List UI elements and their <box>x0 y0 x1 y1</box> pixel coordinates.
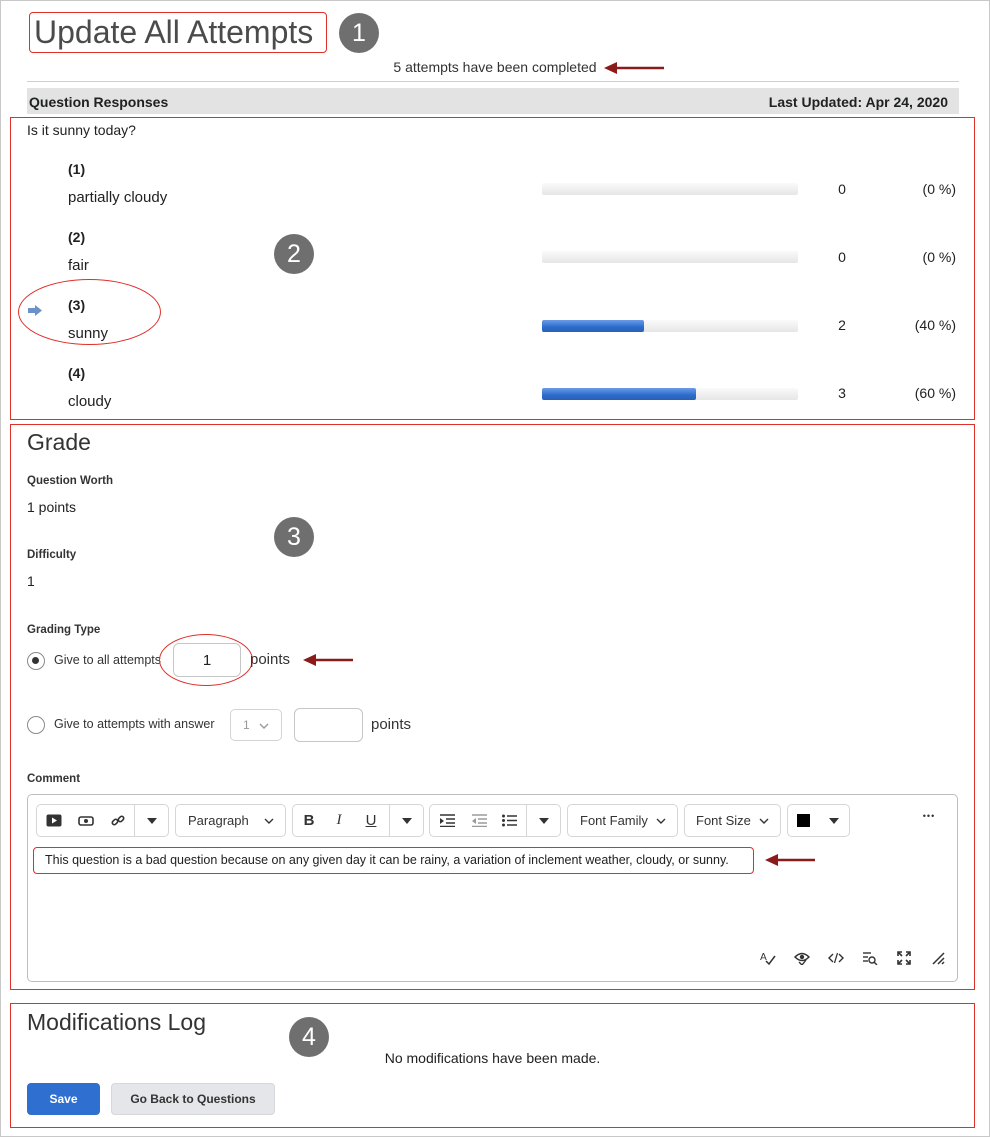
response-bar <box>542 251 798 263</box>
response-percent: (40 %) <box>914 317 956 333</box>
chevron-down-icon <box>264 818 274 824</box>
response-percent: (60 %) <box>914 385 956 401</box>
question-responses-title: Question Responses <box>29 94 169 110</box>
toolbar-group-lists <box>429 804 561 837</box>
response-bar <box>542 388 798 400</box>
resize-handle-icon[interactable] <box>929 951 947 969</box>
divider <box>27 81 959 82</box>
bullet-list-icon[interactable] <box>498 805 520 836</box>
no-modifications-text: No modifications have been made. <box>384 1050 601 1066</box>
radio-give-to-all-label: Give to all attempts <box>54 653 161 667</box>
caret-down-icon <box>829 818 839 824</box>
go-back-button[interactable]: Go Back to Questions <box>111 1083 275 1115</box>
radio-give-to-answer-label: Give to attempts with answer <box>54 717 215 731</box>
callout-marker-3: 3 <box>274 517 314 557</box>
paragraph-dropdown[interactable]: Paragraph <box>175 804 286 837</box>
font-family-label: Font Family <box>580 813 648 828</box>
last-updated-text: Last Updated: Apr 24, 2020 <box>768 94 948 110</box>
paragraph-label: Paragraph <box>188 813 249 828</box>
grading-type-label: Grading Type <box>27 624 101 636</box>
option-number: (1) <box>68 161 86 177</box>
more-lists-dropdown[interactable] <box>526 805 561 836</box>
caret-down-icon <box>539 817 549 824</box>
preview-icon[interactable] <box>861 951 879 969</box>
underline-button[interactable]: U <box>359 805 383 836</box>
annotation-arrow-icon <box>765 854 815 866</box>
more-insert-dropdown[interactable] <box>134 805 169 836</box>
spellcheck-icon[interactable]: A <box>759 951 777 969</box>
difficulty-value: 1 <box>27 573 35 589</box>
source-code-icon[interactable] <box>827 951 845 969</box>
option-text: fair <box>68 257 89 274</box>
response-count: 2 <box>838 317 846 333</box>
text-color-dropdown[interactable] <box>787 804 850 837</box>
indent-icon[interactable] <box>436 805 458 836</box>
difficulty-label: Difficulty <box>27 549 77 561</box>
annotation-arrow-icon <box>303 654 353 666</box>
comment-text[interactable]: This question is a bad question because … <box>45 853 729 867</box>
insert-video-icon[interactable] <box>43 805 65 836</box>
outdent-icon[interactable] <box>468 805 490 836</box>
font-size-dropdown[interactable]: Font Size <box>684 804 781 837</box>
insert-stuff-icon[interactable] <box>75 805 97 836</box>
chevron-down-icon <box>656 818 666 824</box>
response-count: 0 <box>838 249 846 265</box>
annotation-arrow-icon <box>604 62 664 74</box>
response-bar <box>542 320 798 332</box>
font-family-dropdown[interactable]: Font Family <box>567 804 678 837</box>
accessibility-checker-icon[interactable] <box>793 951 811 969</box>
bold-button[interactable]: B <box>297 805 321 836</box>
radio-give-to-answer[interactable] <box>27 716 45 734</box>
more-options-icon[interactable]: ••• <box>916 811 942 829</box>
response-bar <box>542 183 798 195</box>
attempts-completed-text: 5 attempts have been completed <box>393 59 597 75</box>
points-label-answer: points <box>371 716 412 733</box>
response-percent: (0 %) <box>922 249 956 265</box>
points-answer-input[interactable] <box>294 708 363 742</box>
response-count: 3 <box>838 385 846 401</box>
comment-label: Comment <box>27 773 81 785</box>
fullscreen-icon[interactable] <box>895 951 913 969</box>
response-bar-fill <box>542 320 645 332</box>
link-icon[interactable] <box>107 805 129 836</box>
color-swatch <box>797 814 810 827</box>
response-percent: (0 %) <box>922 181 956 197</box>
page-title: Update All Attempts <box>34 14 314 50</box>
modifications-log-title: Modifications Log <box>27 1009 206 1035</box>
radio-selected-dot <box>32 657 39 664</box>
option-text: cloudy <box>68 393 112 410</box>
caret-down-icon <box>147 817 157 824</box>
question-text: Is it sunny today? <box>27 122 136 138</box>
annotation-ellipse-points <box>159 634 253 686</box>
points-label: points <box>250 651 291 668</box>
answer-select-value: 1 <box>243 718 250 732</box>
question-worth-label: Question Worth <box>27 475 114 487</box>
chevron-down-icon <box>259 723 269 729</box>
question-worth-value: 1 points <box>27 499 77 515</box>
toolbar-group-format: B I U <box>292 804 424 837</box>
toolbar-group-insert <box>36 804 169 837</box>
italic-button[interactable]: I <box>327 805 351 836</box>
more-format-dropdown[interactable] <box>389 805 424 836</box>
chevron-down-icon <box>759 818 769 824</box>
annotation-box-responses <box>10 117 975 420</box>
annotation-ellipse-correct <box>18 279 161 345</box>
callout-marker-1: 1 <box>339 13 379 53</box>
response-count: 0 <box>838 181 846 197</box>
save-button[interactable]: Save <box>27 1083 100 1115</box>
option-number: (2) <box>68 229 86 245</box>
grade-title: Grade <box>27 429 91 455</box>
font-size-label: Font Size <box>696 813 751 828</box>
option-text: partially cloudy <box>68 189 168 206</box>
callout-marker-2: 2 <box>274 234 314 274</box>
answer-select[interactable]: 1 <box>230 709 282 741</box>
response-bar-fill <box>542 388 696 400</box>
caret-down-icon <box>402 817 412 824</box>
option-number: (4) <box>68 365 86 381</box>
radio-give-to-all[interactable] <box>27 652 45 670</box>
